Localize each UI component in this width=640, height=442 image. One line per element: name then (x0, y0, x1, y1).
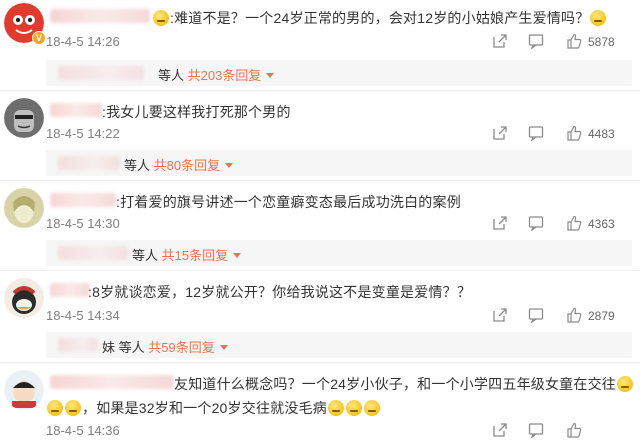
reply-summary[interactable]: 等人 共15条回复 (46, 240, 632, 266)
thumbs-up-icon[interactable] (566, 33, 582, 49)
comment-icon[interactable] (528, 125, 544, 141)
reply-username (58, 246, 128, 260)
emoji-icon (616, 376, 633, 392)
avatar[interactable] (4, 188, 44, 228)
reply-summary-text: 等人 共15条回复 (132, 245, 242, 264)
timestamp: 18-4-5 14:36 (46, 423, 120, 438)
reply-summary[interactable]: 等人 共203条回复 (46, 60, 632, 86)
verified-badge-icon: V (32, 31, 46, 45)
emoji-icon (47, 400, 63, 416)
comment-actions: 4363 (492, 215, 632, 235)
reply-link[interactable]: 共15条回复 (162, 248, 228, 263)
reply-link[interactable]: 共59条回复 (148, 340, 214, 355)
emoji-icon (363, 400, 380, 416)
username[interactable] (50, 103, 102, 117)
comment-text: :难道不是？一个24岁正常的男的，会对12岁的小姑娘产生爱情吗？ (152, 8, 607, 28)
chevron-down-icon[interactable] (233, 253, 242, 258)
share-icon[interactable] (492, 125, 508, 141)
reply-link[interactable]: 共80条回复 (154, 158, 220, 173)
emoji-icon (65, 400, 81, 416)
comment-actions: 2879 (492, 307, 632, 327)
divider (0, 362, 640, 363)
comment-actions: 4483 (492, 125, 632, 145)
divider (0, 180, 640, 181)
comment-icon[interactable] (528, 307, 544, 323)
thumbs-up-icon[interactable] (566, 125, 582, 141)
avatar[interactable] (4, 278, 44, 318)
reply-username (58, 66, 144, 80)
timestamp: 18-4-5 14:26 (46, 34, 120, 49)
reply-summary-text: 等人 共80条回复 (124, 155, 234, 174)
divider (0, 90, 640, 91)
reply-summary-text: 等人 共203条回复 (158, 65, 275, 84)
comment-text-continued: ，如果是32岁和一个20岁交往就没毛病 (46, 398, 381, 418)
timestamp: 18-4-5 14:30 (46, 216, 120, 231)
comment-actions: 5878 (492, 33, 632, 53)
username[interactable] (50, 375, 174, 389)
thumbs-up-icon[interactable] (566, 215, 582, 231)
emoji-icon (590, 10, 607, 26)
divider (0, 270, 640, 271)
reply-summary[interactable]: 妹 等人 共59条回复 (46, 332, 632, 358)
like-count: 4483 (588, 127, 615, 141)
comment-icon[interactable] (528, 33, 544, 49)
emoji-icon (327, 400, 344, 416)
share-icon[interactable] (492, 422, 508, 438)
username[interactable] (50, 193, 116, 207)
chevron-down-icon[interactable] (225, 163, 234, 168)
reply-link[interactable]: 共203条回复 (188, 68, 262, 83)
timestamp: 18-4-5 14:22 (46, 126, 120, 141)
reply-username (58, 338, 98, 352)
share-icon[interactable] (492, 307, 508, 323)
reply-username (58, 156, 120, 170)
timestamp: 18-4-5 14:34 (46, 308, 120, 323)
share-icon[interactable] (492, 215, 508, 231)
like-count: 2879 (588, 309, 615, 323)
emoji-icon (345, 400, 362, 416)
comment-feed: { "comments": [ { "text": ":难道不是？一个24岁正常… (0, 0, 640, 441)
thumbs-up-icon[interactable] (566, 422, 582, 438)
comment-text: :8岁就谈恋爱，12岁就公开？你给我说这不是变童是爱情？？ (88, 284, 472, 300)
like-count: 5878 (588, 35, 615, 49)
chevron-down-icon[interactable] (266, 73, 275, 78)
emoji-icon (153, 10, 169, 26)
comment-actions (492, 422, 632, 442)
comment-text: :打着爱的旗号讲述一个恋童癖变态最后成功洗白的案例 (116, 194, 461, 210)
comment-icon[interactable] (528, 422, 544, 438)
like-count: 4363 (588, 217, 615, 231)
chevron-down-icon[interactable] (219, 345, 228, 350)
reply-summary-text: 妹 等人 共59条回复 (102, 337, 228, 356)
comment-text: 友知道什么概念吗？一个24岁小伙子，和一个小学四五年级女童在交往 (174, 374, 634, 394)
avatar[interactable] (4, 370, 44, 410)
comment-text: :我女儿要这样我打死那个男的 (102, 104, 291, 120)
comment-icon[interactable] (528, 215, 544, 231)
share-icon[interactable] (492, 33, 508, 49)
username[interactable] (50, 9, 150, 23)
thumbs-up-icon[interactable] (566, 307, 582, 323)
username[interactable] (50, 283, 90, 297)
avatar[interactable] (4, 98, 44, 138)
reply-summary[interactable]: 等人 共80条回复 (46, 150, 632, 176)
